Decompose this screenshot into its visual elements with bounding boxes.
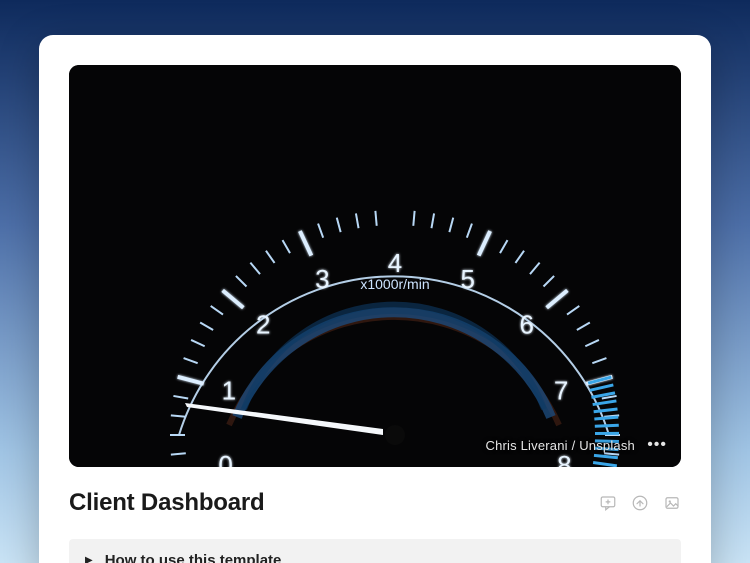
- svg-text:0: 0: [218, 450, 232, 467]
- page-title: Client Dashboard: [69, 489, 265, 517]
- svg-text:2: 2: [256, 309, 270, 339]
- disclosure-triangle-icon: ▶: [85, 555, 93, 563]
- svg-text:1: 1: [222, 375, 236, 405]
- svg-text:x1000r/min: x1000r/min: [360, 276, 429, 292]
- cover-image[interactable]: 012345678 x1000r/min Chris Liverani / Un…: [69, 65, 681, 467]
- svg-text:3: 3: [315, 264, 329, 294]
- svg-text:5: 5: [460, 264, 474, 294]
- svg-text:6: 6: [520, 309, 534, 339]
- add-comment-icon[interactable]: [599, 494, 617, 512]
- cover-credit: Chris Liverani / Unsplash: [485, 438, 635, 453]
- svg-text:7: 7: [554, 375, 568, 405]
- cover-more-button[interactable]: •••: [647, 437, 667, 453]
- tachometer-illustration: 012345678 x1000r/min: [69, 65, 681, 467]
- svg-text:4: 4: [388, 248, 402, 278]
- cover-image-icon[interactable]: [663, 494, 681, 512]
- title-row: Client Dashboard: [69, 489, 681, 517]
- title-actions: [599, 494, 681, 512]
- collapsible-how-to[interactable]: ▶ How to use this template: [69, 539, 681, 563]
- page-card: 012345678 x1000r/min Chris Liverani / Un…: [39, 35, 711, 563]
- collapsible-label: How to use this template: [105, 552, 282, 563]
- share-icon[interactable]: [631, 494, 649, 512]
